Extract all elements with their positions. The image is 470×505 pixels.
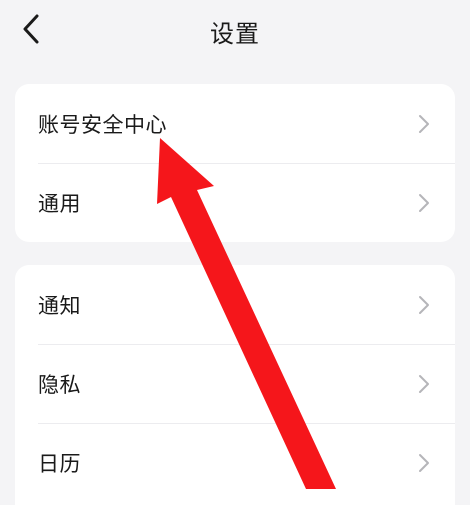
settings-item-label: 日历	[38, 451, 81, 476]
page-title: 设置	[210, 20, 260, 48]
chevron-right-icon	[419, 295, 429, 314]
settings-item-label: 通用	[38, 191, 81, 216]
settings-item-notifications[interactable]: 通知	[15, 265, 455, 344]
chevron-right-icon	[419, 453, 429, 472]
settings-item-account-security[interactable]: 账号安全中心	[15, 84, 455, 163]
chevron-right-icon	[419, 193, 429, 212]
settings-item-label: 账号安全中心	[38, 112, 167, 137]
settings-item-privacy[interactable]: 隐私	[15, 344, 455, 423]
settings-item-label: 隐私	[38, 372, 81, 397]
settings-item-label: 通知	[38, 293, 81, 318]
chevron-right-icon	[419, 114, 429, 133]
chevron-right-icon	[419, 374, 429, 393]
settings-item-general[interactable]: 通用	[15, 163, 455, 242]
settings-group-account: 账号安全中心 通用	[15, 84, 455, 242]
settings-group-system: 通知 隐私 日历	[15, 265, 455, 505]
top-bar: 设置	[0, 0, 470, 60]
settings-item-calendar[interactable]: 日历	[15, 423, 455, 502]
